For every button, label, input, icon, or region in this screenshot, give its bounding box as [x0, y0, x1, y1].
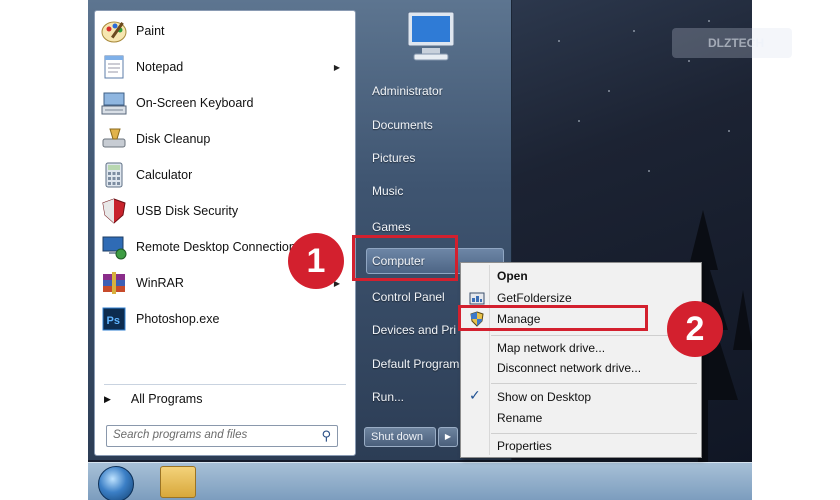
right-item-administrator[interactable]: Administrator: [372, 84, 443, 98]
program-label: Notepad: [136, 60, 184, 74]
folder-size-icon: [469, 292, 485, 305]
search-placeholder: Search programs and files: [113, 429, 248, 441]
program-label: Photoshop.exe: [136, 312, 220, 326]
program-item[interactable]: USB Disk Security: [98, 194, 350, 228]
all-programs-label: All Programs: [130, 392, 203, 406]
menu-gutter: [489, 265, 490, 455]
right-item-games[interactable]: Games: [372, 220, 411, 234]
shutdown-button[interactable]: Shut down: [364, 427, 436, 447]
notepad-icon: [98, 52, 130, 82]
context-menu: Open GetFoldersize Manage Map network dr…: [460, 262, 702, 458]
triangle-right-icon: ▶: [104, 393, 111, 404]
svg-text:Ps: Ps: [107, 315, 120, 327]
program-item[interactable]: On-Screen Keyboard: [98, 86, 350, 120]
search-icon: ⚲: [321, 428, 331, 443]
program-label: On-Screen Keyboard: [136, 96, 254, 110]
menu-item-rename[interactable]: Rename: [497, 411, 542, 425]
menu-item-getfoldersize[interactable]: GetFoldersize: [497, 291, 572, 305]
program-item[interactable]: Disk Cleanup: [98, 122, 350, 156]
program-label: Paint: [136, 24, 165, 38]
program-label: Remote Desktop Connection: [136, 240, 296, 254]
menu-separator: [491, 433, 697, 434]
menu-separator: [491, 383, 697, 384]
program-item[interactable]: Notepad ▶: [98, 50, 350, 84]
paint-icon: [98, 16, 130, 46]
menu-item-map-network-drive[interactable]: Map network drive...: [497, 341, 605, 355]
search-input[interactable]: Search programs and files ⚲: [106, 425, 338, 447]
right-item-default-programs[interactable]: Default Program: [372, 357, 459, 371]
highlight-box-computer: [352, 235, 458, 281]
computer-monitor-icon: [407, 11, 455, 61]
right-item-documents[interactable]: Documents: [372, 118, 433, 132]
program-item[interactable]: Paint: [98, 14, 350, 48]
menu-item-open[interactable]: Open: [497, 269, 528, 283]
start-orb-button[interactable]: [98, 466, 134, 500]
highlight-box-manage: [458, 305, 648, 331]
program-label: USB Disk Security: [136, 204, 239, 218]
menu-item-show-on-desktop[interactable]: Show on Desktop: [497, 390, 591, 404]
right-item-control-panel[interactable]: Control Panel: [372, 290, 445, 304]
program-item[interactable]: Calculator: [98, 158, 350, 192]
menu-item-properties[interactable]: Properties: [497, 439, 552, 453]
checkmark-icon: ✓: [469, 387, 481, 403]
photoshop-icon: Ps: [98, 304, 130, 334]
windows-explorer-taskbar-button[interactable]: [160, 466, 196, 498]
step-badge-1: 1: [288, 233, 344, 289]
watermark: DLZTECH: [672, 28, 792, 58]
menu-separator: [491, 335, 697, 336]
divider: [104, 384, 346, 385]
shutdown-options-arrow[interactable]: ▶: [438, 427, 458, 447]
right-item-pictures[interactable]: Pictures: [372, 151, 415, 165]
right-item-music[interactable]: Music: [372, 184, 403, 198]
program-label: WinRAR: [136, 276, 184, 290]
program-item[interactable]: Ps Photoshop.exe: [98, 302, 350, 336]
all-programs-button[interactable]: ▶ All Programs: [104, 392, 202, 406]
right-item-devices[interactable]: Devices and Pri: [372, 323, 456, 337]
keyboard-icon: [98, 88, 130, 118]
program-label: Calculator: [136, 168, 193, 182]
calculator-icon: [98, 160, 130, 190]
step-badge-2: 2: [667, 301, 723, 357]
disk-cleanup-icon: [98, 124, 130, 154]
program-label: Disk Cleanup: [136, 132, 211, 146]
shield-icon: [98, 196, 130, 226]
menu-item-disconnect-network-drive[interactable]: Disconnect network drive...: [497, 361, 641, 375]
submenu-arrow-icon: ▶: [333, 62, 340, 72]
winrar-icon: [98, 268, 130, 298]
right-item-run[interactable]: Run...: [372, 390, 404, 404]
remote-desktop-icon: [98, 232, 130, 262]
